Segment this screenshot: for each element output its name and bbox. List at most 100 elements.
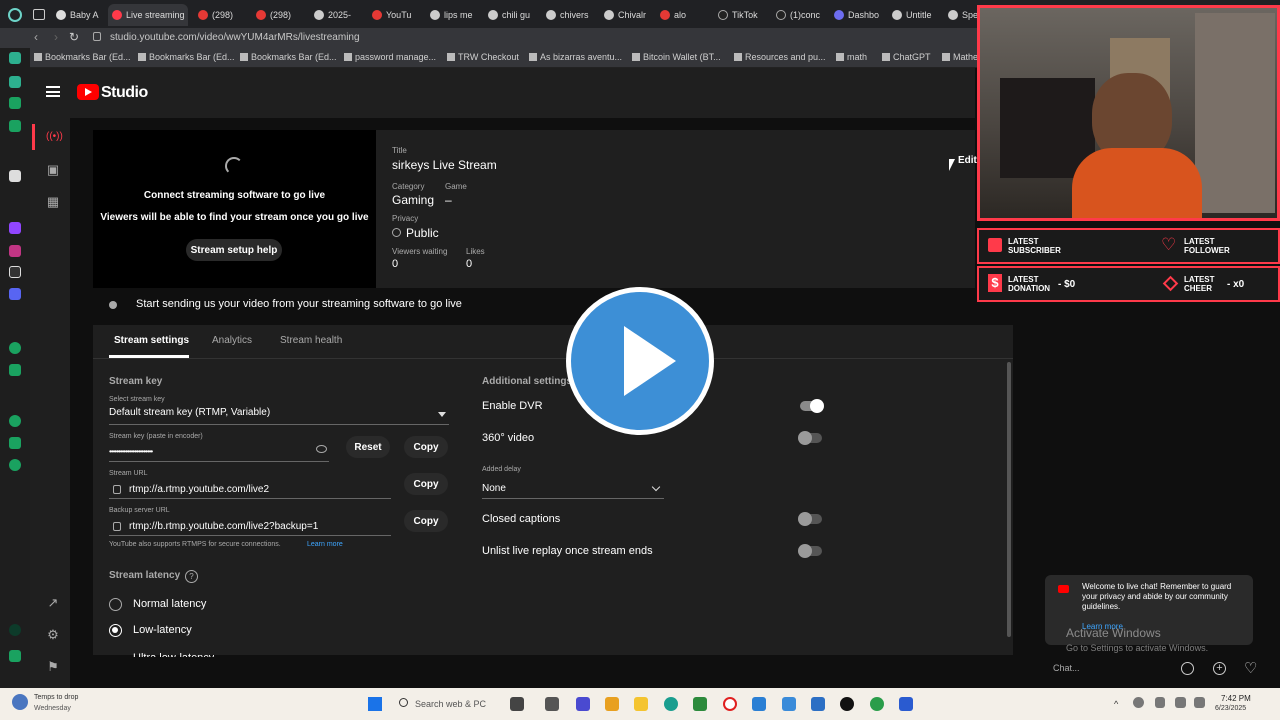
play-button[interactable] <box>566 287 714 435</box>
reload-icon[interactable]: ↻ <box>69 30 79 44</box>
reset-button[interactable]: Reset <box>346 436 390 458</box>
browser-tab-15[interactable]: Untitle <box>888 4 940 26</box>
back-icon[interactable]: ‹ <box>34 30 38 44</box>
hide-key-icon[interactable] <box>316 445 327 453</box>
browser-tab-4[interactable]: (298) <box>252 4 304 26</box>
dropdown-arrow-icon[interactable] <box>438 412 446 417</box>
stream-key-select[interactable]: Default stream key (RTMP, Variable) <box>109 407 270 418</box>
tab-stream-settings[interactable]: Stream settings <box>114 335 189 346</box>
heart-reaction-icon[interactable]: ♡ <box>1244 659 1257 677</box>
dvr-toggle[interactable] <box>800 399 824 413</box>
learn-more-link[interactable]: Learn more <box>307 541 343 548</box>
extension-icon[interactable] <box>9 624 21 636</box>
taskbar-search[interactable]: Search web & PC <box>415 699 486 709</box>
app-icon[interactable] <box>811 697 825 711</box>
youtube-logo-icon[interactable] <box>77 84 99 100</box>
extension-icon[interactable] <box>9 342 21 354</box>
closed-captions-toggle[interactable] <box>798 512 822 526</box>
bookmark-8[interactable]: Resources and pu... <box>734 52 826 62</box>
app-icon[interactable] <box>899 697 913 711</box>
browser-tab-9[interactable]: chivers <box>542 4 594 26</box>
opera-icon[interactable] <box>723 697 737 711</box>
radio-low-latency[interactable] <box>109 624 122 637</box>
tray-icon[interactable] <box>1155 697 1165 708</box>
copilot-icon[interactable] <box>605 697 619 711</box>
chat-input[interactable]: Chat... <box>1053 663 1080 673</box>
bookmark-4[interactable]: password manage... <box>344 52 436 62</box>
emoji-icon[interactable] <box>1181 662 1194 675</box>
url-text[interactable]: studio.youtube.com/video/wwYUM4arMRs/liv… <box>110 32 360 43</box>
edge-icon[interactable] <box>664 697 678 711</box>
camera-icon[interactable]: ▣ <box>46 163 60 177</box>
bookmark-7[interactable]: Bitcoin Wallet (BT... <box>632 52 721 62</box>
app-icon[interactable] <box>693 697 707 711</box>
browser-tab-8[interactable]: chili gu <box>484 4 536 26</box>
site-info-icon[interactable] <box>93 32 101 41</box>
tab-stream-health[interactable]: Stream health <box>280 335 342 346</box>
browser-tab-10[interactable]: Chivalr <box>600 4 652 26</box>
add-icon[interactable]: + <box>1213 662 1226 675</box>
tray-chevron-icon[interactable]: ^ <box>1114 699 1118 709</box>
extension-icon[interactable] <box>9 170 21 182</box>
tray-icon[interactable] <box>1133 697 1144 708</box>
stream-key-field[interactable]: •••••••••••••••••••••••• <box>109 447 153 456</box>
backup-url-field[interactable]: rtmp://b.rtmp.youtube.com/live2?backup=1 <box>129 521 318 532</box>
history-icon[interactable] <box>9 415 21 427</box>
file-explorer-icon[interactable] <box>634 697 648 711</box>
edit-button[interactable]: Edit <box>958 155 977 166</box>
browser-tab-3[interactable]: (298) <box>194 4 246 26</box>
extension-icon[interactable] <box>9 52 21 64</box>
browser-tab-6[interactable]: YouTu <box>368 4 420 26</box>
volume-icon[interactable] <box>1194 697 1205 708</box>
app-icon[interactable] <box>752 697 766 711</box>
stream-url-field[interactable]: rtmp://a.rtmp.youtube.com/live2 <box>129 484 269 495</box>
settings-icon[interactable] <box>9 459 21 471</box>
weather-icon[interactable] <box>12 694 28 710</box>
extension-icon[interactable] <box>9 364 21 376</box>
360-video-toggle[interactable] <box>798 431 822 445</box>
added-delay-select[interactable]: None <box>482 483 506 494</box>
browser-tab-1[interactable]: Baby A <box>52 4 102 26</box>
clock-time[interactable]: 7:42 PM <box>1221 694 1251 703</box>
browser-tab-13[interactable]: (1)conc <box>772 4 824 26</box>
tab-analytics[interactable]: Analytics <box>212 335 252 346</box>
bookmark-10[interactable]: ChatGPT <box>882 52 931 62</box>
twitch-icon[interactable] <box>9 222 21 234</box>
calendar-icon[interactable]: ▦ <box>46 195 60 209</box>
wifi-icon[interactable] <box>1175 697 1186 708</box>
feedback-icon[interactable]: ⚑ <box>46 660 60 674</box>
extension-icon[interactable] <box>9 97 21 109</box>
help-icon[interactable]: ? <box>185 570 198 583</box>
live-indicator-icon[interactable] <box>32 124 35 150</box>
bookmark-11[interactable]: Mathe <box>942 52 978 62</box>
browser-tab-7[interactable]: lips me <box>426 4 478 26</box>
radio-normal-latency[interactable] <box>109 598 122 611</box>
browser-tab-2[interactable]: Live streaming <box>108 4 188 26</box>
app-icon[interactable] <box>782 697 796 711</box>
browser-tab-16[interactable]: Spec <box>944 4 978 26</box>
extension-icon[interactable] <box>9 76 21 88</box>
bookmark-2[interactable]: Bookmarks Bar (Ed... <box>138 52 235 62</box>
forward-icon[interactable]: › <box>54 30 58 44</box>
bookmark-3[interactable]: Bookmarks Bar (Ed... <box>240 52 337 62</box>
browser-tab-14[interactable]: Dashbo <box>830 4 882 26</box>
bookmark-5[interactable]: TRW Checkout <box>447 52 519 62</box>
bookmark-9[interactable]: math <box>836 52 867 62</box>
external-link-icon[interactable]: ↗ <box>46 596 60 610</box>
bookmark-1[interactable]: Bookmarks Bar (Ed... <box>34 52 131 62</box>
obs-icon[interactable] <box>840 697 854 711</box>
tiktok-icon[interactable] <box>9 266 21 278</box>
extension-icon[interactable] <box>9 650 21 662</box>
browser-tab-11[interactable]: alo <box>656 4 708 26</box>
browser-tab-5[interactable]: 2025- <box>310 4 362 26</box>
copy-url-button[interactable]: Copy <box>404 473 448 495</box>
extension-icon[interactable] <box>9 437 21 449</box>
panel-scrollbar[interactable] <box>1007 362 1011 637</box>
browser-tab-12[interactable]: TikTok <box>714 4 766 26</box>
settings-gear-icon[interactable]: ⚙ <box>46 628 60 642</box>
copy-key-button[interactable]: Copy <box>404 436 448 458</box>
instagram-icon[interactable] <box>9 245 21 257</box>
taskbar-search-icon[interactable] <box>399 698 408 707</box>
chrome-icon[interactable] <box>870 697 884 711</box>
menu-icon[interactable] <box>46 86 60 97</box>
